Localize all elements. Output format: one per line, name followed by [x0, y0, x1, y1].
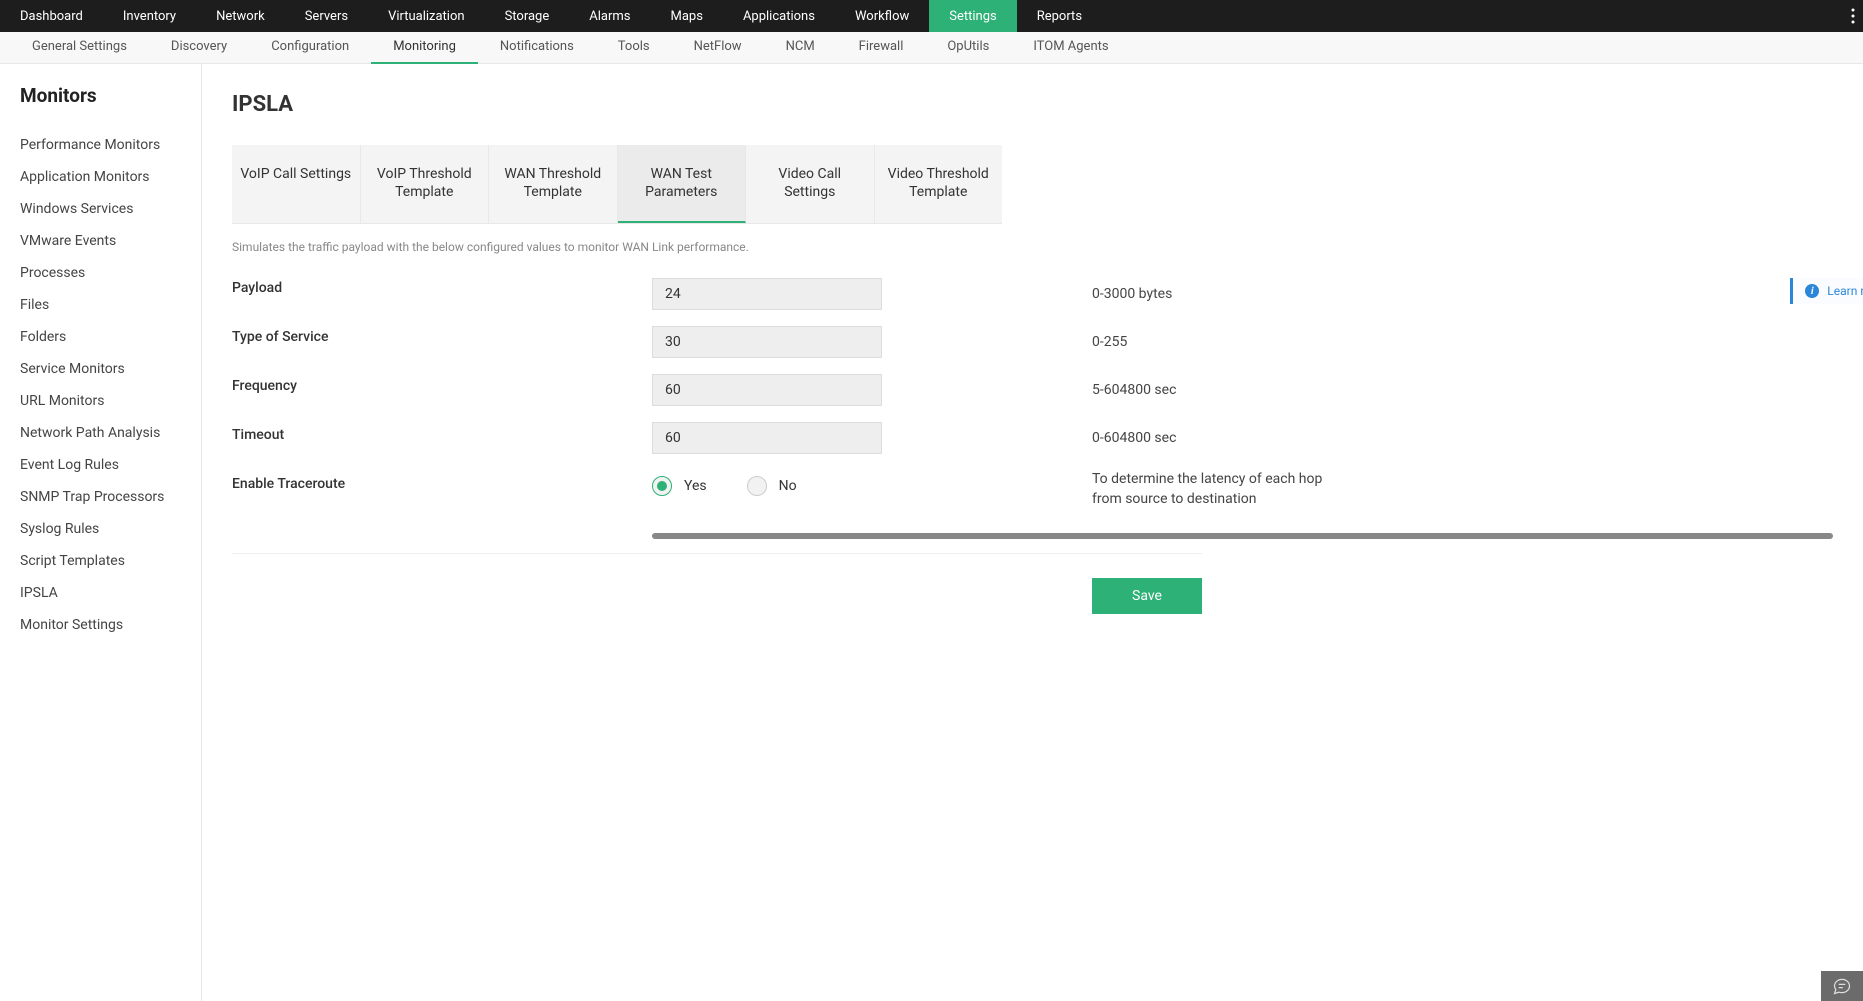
sidebar-item-service-monitors[interactable]: Service Monitors [20, 353, 201, 385]
radio-yes[interactable]: Yes [652, 476, 707, 496]
subnav-netflow[interactable]: NetFlow [672, 32, 764, 64]
subnav-discovery[interactable]: Discovery [149, 32, 249, 64]
subnav-itom-agents[interactable]: ITOM Agents [1011, 32, 1130, 64]
sidebar-item-ipsla[interactable]: IPSLA [20, 577, 201, 609]
more-menu-icon[interactable] [1851, 0, 1855, 32]
radio-no-circle [747, 476, 767, 496]
hint-tos: 0-255 [1092, 326, 1332, 358]
traceroute-radio-group: Yes No [652, 470, 1092, 502]
sidebar-item-monitor-settings[interactable]: Monitor Settings [20, 609, 201, 641]
sidebar-item-event-log-rules[interactable]: Event Log Rules [20, 449, 201, 481]
sidebar: Monitors Performance Monitors Applicatio… [0, 64, 202, 1001]
subnav-ncm[interactable]: NCM [764, 32, 837, 64]
tab-wan-threshold-template[interactable]: WAN Threshold Template [489, 145, 618, 223]
subnav-firewall[interactable]: Firewall [837, 32, 926, 64]
sidebar-item-script-templates[interactable]: Script Templates [20, 545, 201, 577]
nav-alarms[interactable]: Alarms [569, 0, 650, 32]
label-payload: Payload [232, 280, 652, 296]
nav-inventory[interactable]: Inventory [103, 0, 196, 32]
sidebar-item-url-monitors[interactable]: URL Monitors [20, 385, 201, 417]
label-frequency: Frequency [232, 378, 652, 394]
chat-icon[interactable] [1821, 971, 1863, 1001]
input-frequency[interactable] [652, 374, 882, 406]
nav-dashboard[interactable]: Dashboard [0, 0, 103, 32]
sidebar-item-network-path-analysis[interactable]: Network Path Analysis [20, 417, 201, 449]
subnav-monitoring[interactable]: Monitoring [371, 32, 478, 64]
radio-yes-label: Yes [684, 478, 707, 494]
learn-more-link[interactable]: Learn more [1827, 284, 1863, 298]
nav-maps[interactable]: Maps [651, 0, 723, 32]
sidebar-item-files[interactable]: Files [20, 289, 201, 321]
sidebar-item-folders[interactable]: Folders [20, 321, 201, 353]
sidebar-item-application-monitors[interactable]: Application Monitors [20, 161, 201, 193]
hint-timeout: 0-604800 sec [1092, 422, 1332, 454]
learn-more-box: i Learn more about WAN Monitor [1790, 278, 1863, 304]
label-timeout: Timeout [232, 427, 652, 443]
nav-network[interactable]: Network [196, 0, 285, 32]
input-tos[interactable] [652, 326, 882, 358]
sidebar-title: Monitors [20, 84, 201, 107]
radio-yes-circle [652, 476, 672, 496]
nav-applications[interactable]: Applications [723, 0, 835, 32]
input-timeout[interactable] [652, 422, 882, 454]
nav-settings[interactable]: Settings [929, 0, 1016, 32]
hint-payload: 0-3000 bytes [1092, 278, 1332, 310]
subnav-notifications[interactable]: Notifications [478, 32, 596, 64]
nav-virtualization[interactable]: Virtualization [368, 0, 485, 32]
top-nav: Dashboard Inventory Network Servers Virt… [0, 0, 1863, 32]
tab-wan-test-parameters[interactable]: WAN Test Parameters [618, 145, 747, 223]
nav-storage[interactable]: Storage [485, 0, 570, 32]
tab-voip-threshold-template[interactable]: VoIP Threshold Template [361, 145, 490, 223]
label-traceroute: Enable Traceroute [232, 476, 652, 492]
sidebar-item-syslog-rules[interactable]: Syslog Rules [20, 513, 201, 545]
tabs: VoIP Call Settings VoIP Threshold Templa… [232, 145, 1002, 224]
tab-voip-call-settings[interactable]: VoIP Call Settings [232, 145, 361, 223]
tab-video-threshold-template[interactable]: Video Threshold Template [875, 145, 1003, 223]
form-area: i Learn more about WAN Monitor Payload T… [232, 278, 1833, 614]
sidebar-item-processes[interactable]: Processes [20, 257, 201, 289]
page-title: IPSLA [232, 92, 1833, 117]
nav-reports[interactable]: Reports [1017, 0, 1102, 32]
nav-workflow[interactable]: Workflow [835, 0, 929, 32]
input-payload[interactable] [652, 278, 882, 310]
tab-description: Simulates the traffic payload with the b… [232, 240, 1833, 254]
horizontal-scrollbar[interactable] [652, 533, 1833, 539]
save-button[interactable]: Save [1092, 578, 1202, 614]
subnav-tools[interactable]: Tools [596, 32, 672, 64]
sidebar-item-vmware-events[interactable]: VMware Events [20, 225, 201, 257]
subnav-general-settings[interactable]: General Settings [10, 32, 149, 64]
divider [232, 553, 1202, 554]
radio-no-label: No [779, 478, 797, 494]
sidebar-item-windows-services[interactable]: Windows Services [20, 193, 201, 225]
sidebar-item-performance-monitors[interactable]: Performance Monitors [20, 129, 201, 161]
sidebar-item-snmp-trap-processors[interactable]: SNMP Trap Processors [20, 481, 201, 513]
subnav-configuration[interactable]: Configuration [249, 32, 371, 64]
content-area: IPSLA VoIP Call Settings VoIP Threshold … [202, 64, 1863, 1001]
label-tos: Type of Service [232, 329, 652, 345]
hint-traceroute: To determine the latency of each hop fro… [1092, 470, 1332, 509]
hint-frequency: 5-604800 sec [1092, 374, 1332, 406]
sub-nav: General Settings Discovery Configuration… [0, 32, 1863, 64]
subnav-oputils[interactable]: OpUtils [925, 32, 1011, 64]
nav-servers[interactable]: Servers [285, 0, 368, 32]
radio-no[interactable]: No [747, 476, 797, 496]
tab-video-call-settings[interactable]: Video Call Settings [746, 145, 875, 223]
info-icon: i [1805, 284, 1819, 298]
